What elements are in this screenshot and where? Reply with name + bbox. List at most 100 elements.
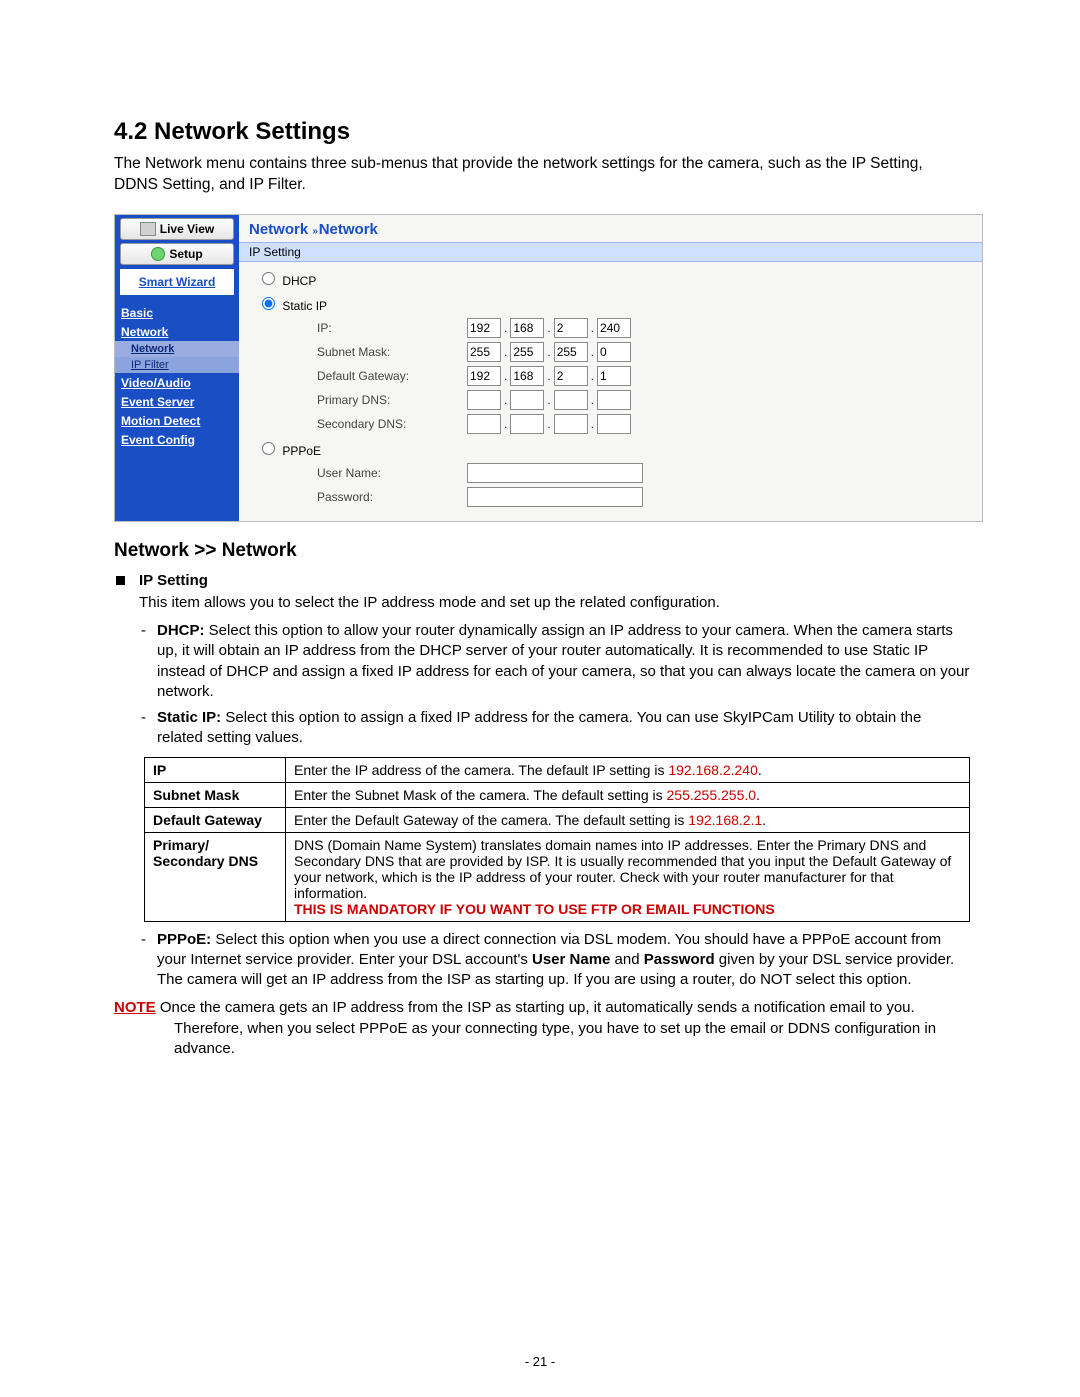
pppoe-b1: User Name bbox=[532, 951, 610, 968]
sdns-octet-4[interactable] bbox=[597, 414, 631, 434]
nav-event-server[interactable]: Event Server bbox=[115, 392, 239, 411]
ui-main-panel: Network » Network IP Setting DHCP Static… bbox=[239, 215, 982, 521]
square-bullet-icon bbox=[116, 576, 125, 585]
password-label: Password: bbox=[317, 490, 467, 504]
pppoe-radio[interactable] bbox=[262, 442, 275, 455]
row-subnet-post: . bbox=[756, 787, 760, 803]
row-dns-text: DNS (Domain Name System) translates doma… bbox=[294, 837, 951, 901]
camera-ui-panel: Live View Setup Smart Wizard Basic Netwo… bbox=[114, 214, 983, 522]
static-ip-radio[interactable] bbox=[262, 297, 275, 310]
table-row: Subnet Mask Enter the Subnet Mask of the… bbox=[145, 782, 970, 807]
static-ip-item: Static IP: Select this option to assign … bbox=[139, 708, 970, 749]
row-ip-key: IP bbox=[145, 757, 286, 782]
table-row: Default Gateway Enter the Default Gatewa… bbox=[145, 807, 970, 832]
subnet-row: Subnet Mask: . . . bbox=[257, 340, 972, 364]
ip-octet-1[interactable] bbox=[467, 318, 501, 338]
note-text: Once the camera gets an IP address from … bbox=[156, 999, 936, 1057]
pdns-octet-2[interactable] bbox=[510, 390, 544, 410]
monitor-icon bbox=[140, 222, 156, 236]
dhcp-row: DHCP bbox=[257, 266, 972, 291]
ip-setting-band: IP Setting bbox=[239, 242, 982, 262]
gateway-octet-4[interactable] bbox=[597, 366, 631, 386]
pppoe-row: PPPoE bbox=[257, 436, 972, 461]
gateway-octet-3[interactable] bbox=[554, 366, 588, 386]
row-subnet-key: Subnet Mask bbox=[145, 782, 286, 807]
gateway-octet-1[interactable] bbox=[467, 366, 501, 386]
nav-network-sub-ipfilter[interactable]: IP Filter bbox=[115, 357, 239, 373]
dhcp-label: DHCP: bbox=[157, 622, 205, 639]
document-page: 4.2 Network Settings The Network menu co… bbox=[0, 0, 1080, 1397]
dhcp-text: Select this option to allow your router … bbox=[157, 622, 969, 700]
ip-octet-2[interactable] bbox=[510, 318, 544, 338]
static-ip-radio-label: Static IP bbox=[282, 299, 327, 313]
primary-dns-row: Primary DNS: . . . bbox=[257, 388, 972, 412]
pppoe-radio-label: PPPoE bbox=[282, 444, 321, 458]
nav-network[interactable]: Network bbox=[115, 322, 239, 341]
pppoe-label: PPPoE: bbox=[157, 931, 211, 948]
gateway-input: . . . bbox=[467, 366, 631, 386]
sdns-octet-1[interactable] bbox=[467, 414, 501, 434]
table-row: IP Enter the IP address of the camera. T… bbox=[145, 757, 970, 782]
dhcp-radio[interactable] bbox=[262, 272, 275, 285]
pdns-octet-1[interactable] bbox=[467, 390, 501, 410]
username-input[interactable] bbox=[467, 463, 643, 483]
row-ip-post: . bbox=[758, 762, 762, 778]
password-row: Password: bbox=[257, 485, 972, 509]
gateway-octet-2[interactable] bbox=[510, 366, 544, 386]
username-row: User Name: bbox=[257, 461, 972, 485]
note-paragraph: NOTE Once the camera gets an IP address … bbox=[114, 998, 970, 1059]
settings-table: IP Enter the IP address of the camera. T… bbox=[144, 757, 970, 922]
nav-network-sub-network[interactable]: Network bbox=[115, 341, 239, 357]
ui-sidebar: Live View Setup Smart Wizard Basic Netwo… bbox=[115, 215, 239, 521]
primary-dns-input: . . . bbox=[467, 390, 631, 410]
secondary-dns-label: Secondary DNS: bbox=[317, 417, 467, 431]
sdns-octet-3[interactable] bbox=[554, 414, 588, 434]
subnet-octet-1[interactable] bbox=[467, 342, 501, 362]
ip-row: IP: . . . bbox=[257, 316, 972, 340]
sub-heading: Network >> Network bbox=[114, 540, 970, 562]
row-ip-pre: Enter the IP address of the camera. The … bbox=[294, 762, 668, 778]
subnet-octet-3[interactable] bbox=[554, 342, 588, 362]
pppoe-item: PPPoE: Select this option when you use a… bbox=[139, 930, 970, 991]
row-subnet-pre: Enter the Subnet Mask of the camera. The… bbox=[294, 787, 667, 803]
live-view-label: Live View bbox=[160, 222, 214, 236]
password-input[interactable] bbox=[467, 487, 643, 507]
row-dns-val: DNS (Domain Name System) translates doma… bbox=[286, 832, 970, 921]
row-subnet-val: Enter the Subnet Mask of the camera. The… bbox=[286, 782, 970, 807]
static-label: Static IP: bbox=[157, 709, 221, 726]
row-gw-pre: Enter the Default Gateway of the camera.… bbox=[294, 812, 688, 828]
dhcp-item: DHCP: Select this option to allow your r… bbox=[139, 621, 970, 702]
subnet-input: . . . bbox=[467, 342, 631, 362]
row-gw-red: 192.168.2.1 bbox=[688, 812, 762, 828]
gear-icon bbox=[151, 247, 165, 261]
row-ip-red: 192.168.2.240 bbox=[668, 762, 758, 778]
pppoe-b2: Password bbox=[644, 951, 715, 968]
secondary-dns-row: Secondary DNS: . . . bbox=[257, 412, 972, 436]
sdns-octet-2[interactable] bbox=[510, 414, 544, 434]
mode-list: DHCP: Select this option to allow your r… bbox=[139, 621, 970, 749]
setup-button[interactable]: Setup bbox=[120, 243, 234, 265]
table-row: Primary/ Secondary DNS DNS (Domain Name … bbox=[145, 832, 970, 921]
nav-video-audio[interactable]: Video/Audio bbox=[115, 373, 239, 392]
subnet-octet-2[interactable] bbox=[510, 342, 544, 362]
ip-input: . . . bbox=[467, 318, 631, 338]
nav-basic[interactable]: Basic bbox=[115, 303, 239, 322]
gateway-label: Default Gateway: bbox=[317, 369, 467, 383]
breadcrumb-a: Network bbox=[249, 221, 308, 238]
nav-event-config[interactable]: Event Config bbox=[115, 430, 239, 449]
row-gateway-val: Enter the Default Gateway of the camera.… bbox=[286, 807, 970, 832]
ip-octet-3[interactable] bbox=[554, 318, 588, 338]
row-gateway-key: Default Gateway bbox=[145, 807, 286, 832]
pdns-octet-3[interactable] bbox=[554, 390, 588, 410]
live-view-button[interactable]: Live View bbox=[120, 218, 234, 240]
secondary-dns-input: . . . bbox=[467, 414, 631, 434]
nav-motion-detect[interactable]: Motion Detect bbox=[115, 411, 239, 430]
pdns-octet-4[interactable] bbox=[597, 390, 631, 410]
row-dns-mandatory: THIS IS MANDATORY IF YOU WANT TO USE FTP… bbox=[294, 901, 775, 917]
smart-wizard-link[interactable]: Smart Wizard bbox=[120, 269, 234, 295]
subnet-octet-4[interactable] bbox=[597, 342, 631, 362]
subnet-label: Subnet Mask: bbox=[317, 345, 467, 359]
page-number: - 21 - bbox=[0, 1354, 1080, 1369]
page-title: 4.2 Network Settings bbox=[114, 118, 970, 146]
ip-octet-4[interactable] bbox=[597, 318, 631, 338]
